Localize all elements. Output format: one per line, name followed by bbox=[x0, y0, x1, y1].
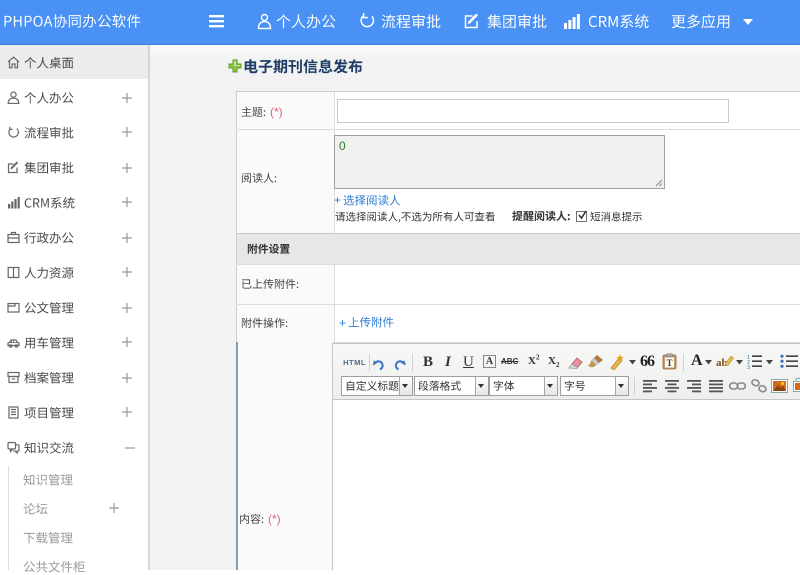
svg-text:3: 3 bbox=[747, 365, 750, 369]
svg-text:T: T bbox=[666, 358, 672, 368]
